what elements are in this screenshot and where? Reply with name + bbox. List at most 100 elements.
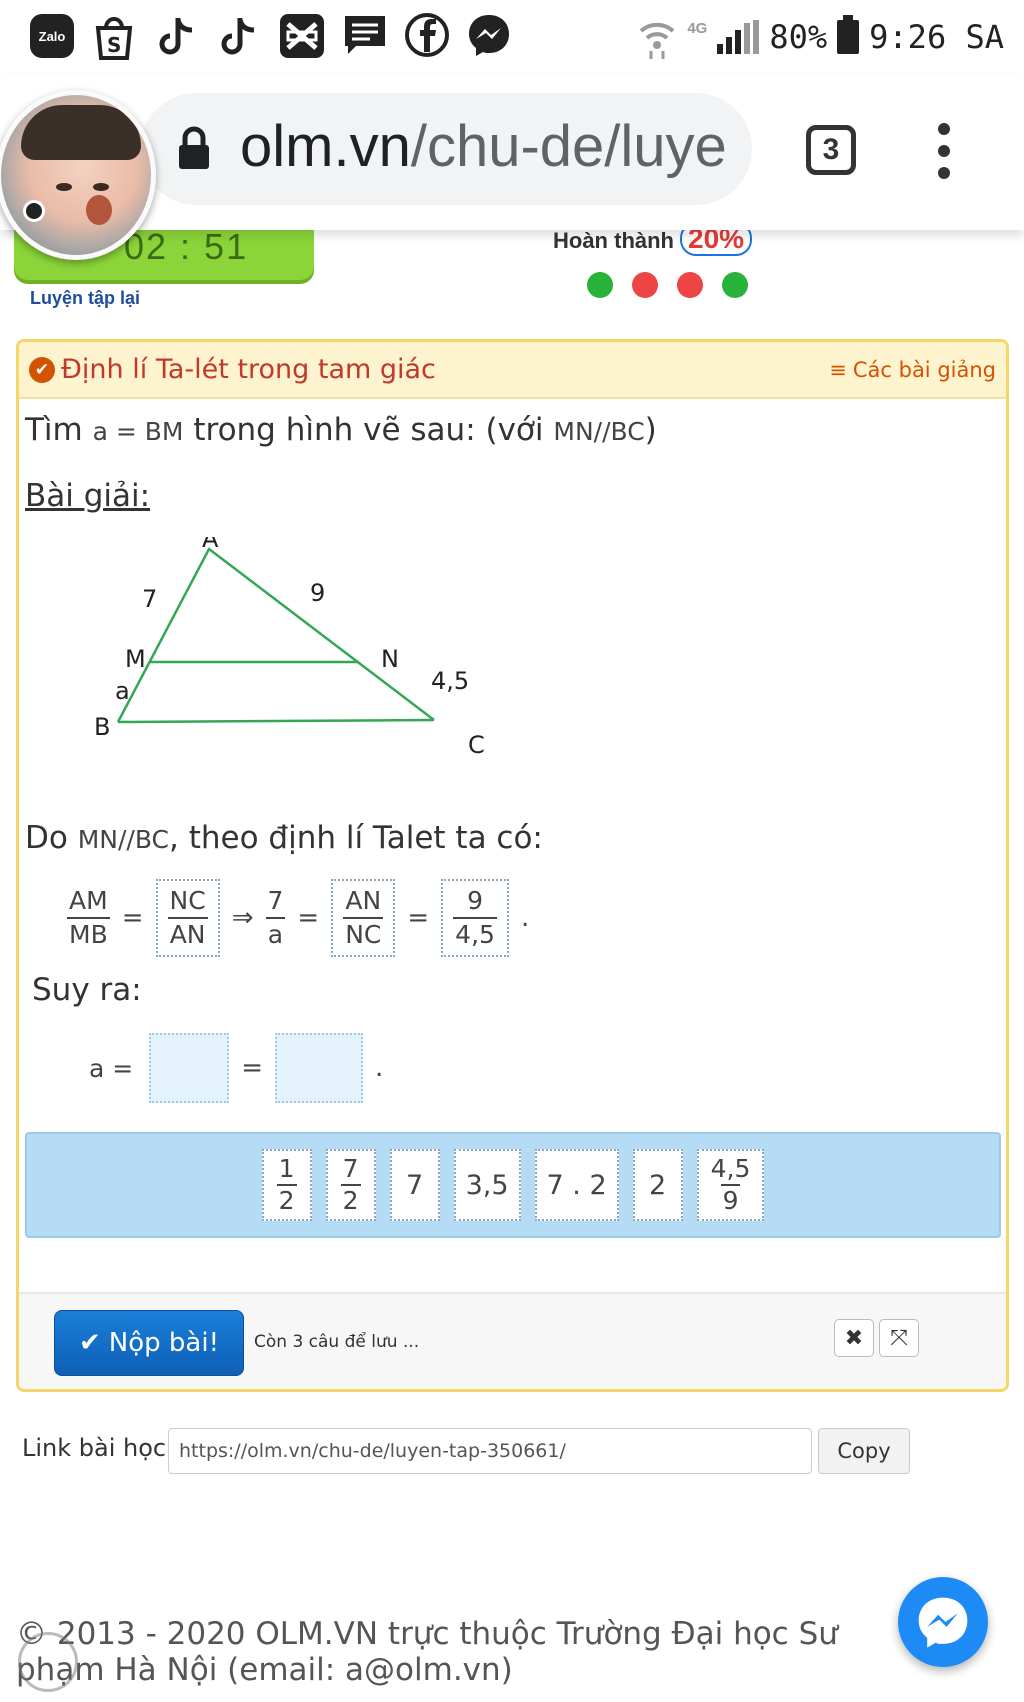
lesson-link-label: Link bài học: <box>22 1434 175 1462</box>
answer-choice[interactable]: 4,5 9 <box>696 1149 765 1221</box>
home-button-overlay[interactable] <box>18 1632 78 1692</box>
status-indicators: 4G 80% 9:26 SA <box>637 14 1004 60</box>
triangle-sides <box>116 547 435 723</box>
statement-math: MN//BC <box>77 825 169 854</box>
length-an-label: 9 <box>310 579 325 607</box>
fraction-an-nc-slot[interactable]: AN NC <box>331 879 396 957</box>
wifi-icon <box>639 22 675 59</box>
status-bar: Zalo S 4G 80% 9:26 SA <box>0 0 1024 75</box>
shopee-icon: S <box>95 17 133 60</box>
tab-switcher-button[interactable]: 3 <box>806 125 856 175</box>
question-prompt: Tìm a = BM trong hình vẽ sau: (với MN//B… <box>25 412 657 448</box>
url-domain: olm.vn <box>240 114 411 179</box>
answer-choice[interactable]: 3,5 <box>453 1149 521 1221</box>
messages-icon <box>345 16 385 54</box>
remaining-text: Còn 3 câu để lưu ... <box>254 1332 420 1352</box>
equals-sign: = <box>241 1053 264 1083</box>
choice-text: 3,5 <box>465 1169 509 1201</box>
messenger-icon <box>918 1597 968 1648</box>
answer-choice[interactable]: 7 <box>389 1149 440 1221</box>
fraction-nc-an-slot[interactable]: NC AN <box>155 879 220 957</box>
answer-drop-slot-1[interactable] <box>149 1033 230 1103</box>
denominator: MB <box>67 917 110 951</box>
messenger-chat-button[interactable] <box>898 1577 988 1667</box>
progress-dot[interactable] <box>722 272 748 298</box>
fullscreen-button[interactable]: ⤧ <box>879 1319 919 1357</box>
retry-link[interactable]: Luyện tập lại <box>30 288 140 309</box>
signal-icon <box>717 20 760 54</box>
answer-row: a = = . <box>89 1032 395 1104</box>
question-card: ✔ Định lí Ta-lét trong tam giác ≡ Các bà… <box>16 339 1009 1392</box>
topic-title: ✔ Định lí Ta-lét trong tam giác <box>29 354 436 385</box>
progress-dot[interactable] <box>677 272 703 298</box>
answer-choice[interactable]: 2 <box>632 1149 683 1221</box>
numerator: AN <box>345 886 382 915</box>
completion-label: Hoàn thành <box>553 228 674 253</box>
numerator: 1 <box>278 1154 295 1183</box>
battery-percent: 80% <box>769 18 828 56</box>
check-icon: ✔ <box>78 1328 101 1358</box>
choice-text: 2 <box>649 1169 667 1201</box>
svg-text:S: S <box>107 33 121 57</box>
expand-icon: ⤧ <box>890 1325 908 1351</box>
lock-icon <box>179 126 209 169</box>
copyright-text: © 2013 - 2020 OLM.VN trực thuộc Trường Đ… <box>16 1616 838 1688</box>
facebook-icon <box>405 13 449 57</box>
fraction-7-a: 7a <box>265 885 286 951</box>
lessons-link[interactable]: ≡ Các bài giảng <box>829 358 996 382</box>
card-header: ✔ Định lí Ta-lét trong tam giác ≡ Các bà… <box>19 342 1006 399</box>
url-path: /chu-de/luye <box>410 114 727 179</box>
answer-choice[interactable]: 12 <box>261 1149 312 1221</box>
denominator: 2 <box>340 1184 361 1215</box>
segment-bc <box>117 718 435 724</box>
zalo-icon: Zalo <box>30 14 74 58</box>
statement-text: , theo định lí Talet ta có: <box>169 820 543 856</box>
zalo-icon-text: Zalo <box>38 28 66 44</box>
answer-choice[interactable]: 72 <box>325 1149 376 1221</box>
copy-button[interactable]: Copy <box>818 1428 910 1474</box>
timer-text: 02 : 51 <box>124 226 249 267</box>
denominator: AN <box>167 917 208 951</box>
progress-dot[interactable] <box>587 272 613 298</box>
prompt-text: trong hình vẽ sau: (với <box>183 412 554 448</box>
submit-button[interactable]: ✔ Nộp bài! <box>54 1310 244 1376</box>
choice-text: 7 . 2 <box>546 1169 607 1201</box>
url-text: olm.vn/chu-de/luye <box>240 113 727 180</box>
solution-title: Bài giải: <box>25 478 151 514</box>
answer-choice[interactable]: 7 . 2 <box>534 1149 619 1221</box>
list-icon: ≡ <box>829 358 847 382</box>
choice-fraction: 4,5 9 <box>709 1154 753 1216</box>
vertex-a-label: A <box>202 537 219 553</box>
close-button[interactable]: ✖ <box>834 1319 874 1357</box>
address-bar[interactable]: olm.vn/chu-de/luye <box>140 93 752 205</box>
vertex-n-label: N <box>381 645 399 673</box>
equals-sign: = <box>407 903 430 933</box>
numerator: AM <box>69 886 108 915</box>
choice-text: 7 <box>405 1169 424 1201</box>
answer-drop-slot-2[interactable] <box>275 1033 364 1103</box>
numerator: 4,5 <box>710 1154 751 1183</box>
denominator: 4,5 <box>453 917 497 951</box>
denominator: 9 <box>720 1184 741 1215</box>
tab-count: 3 <box>822 133 840 166</box>
fraction-9-45-slot[interactable]: 9 4,5 <box>441 879 509 957</box>
proportion-equation: AM MB = NC AN ⇒ 7a = AN NC = 9 4,5 . <box>67 878 541 958</box>
theorem-statement: Do MN//BC, theo định lí Talet ta có: <box>25 820 543 856</box>
tiktok-icon <box>221 18 255 55</box>
denominator: 2 <box>276 1184 297 1215</box>
submit-label: Nộp bài! <box>108 1328 219 1358</box>
numerator: NC <box>169 886 206 915</box>
answer-lhs: a = <box>89 1053 134 1083</box>
avatar[interactable] <box>0 90 156 260</box>
period: . <box>375 1053 384 1083</box>
browser-menu-icon[interactable] <box>932 123 956 179</box>
statement-text: Do <box>25 820 78 856</box>
denominator: NC <box>343 917 384 951</box>
denominator: a <box>265 917 286 951</box>
progress-dot[interactable] <box>632 272 658 298</box>
messenger-icon <box>469 15 509 56</box>
numerator: 9 <box>467 886 483 915</box>
prompt-text: Tìm <box>25 412 93 448</box>
lesson-link-input[interactable] <box>168 1428 812 1474</box>
choice-fraction: 12 <box>276 1154 297 1216</box>
